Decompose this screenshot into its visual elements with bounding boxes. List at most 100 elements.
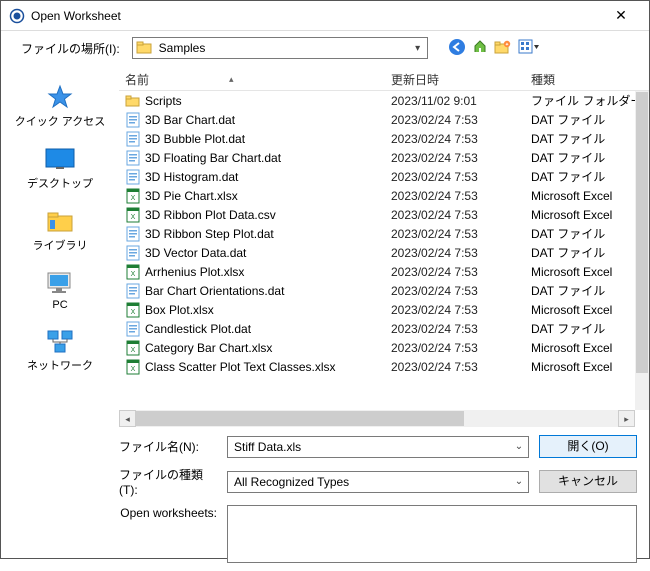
dat-file-icon bbox=[125, 283, 141, 299]
scroll-thumb[interactable] bbox=[136, 411, 464, 426]
file-row[interactable]: X3D Pie Chart.xlsx2023/02/24 7:53Microso… bbox=[119, 186, 649, 205]
file-row[interactable]: XBox Plot.xlsx2023/02/24 7:53Microsoft E… bbox=[119, 300, 649, 319]
svg-text:X: X bbox=[131, 195, 136, 202]
cancel-button[interactable]: キャンセル bbox=[539, 470, 637, 493]
xls-file-icon: X bbox=[125, 188, 141, 204]
xls-file-icon: X bbox=[125, 264, 141, 280]
vertical-scrollbar[interactable] bbox=[635, 91, 649, 410]
sort-indicator-icon: ▴ bbox=[229, 74, 234, 85]
up-one-level-icon[interactable] bbox=[472, 39, 488, 58]
places-bar: クイック アクセス デスクトップ ライブラリ PC ネットワーク bbox=[1, 69, 119, 427]
filetype-label: ファイルの種類(T): bbox=[119, 466, 217, 497]
dat-file-icon bbox=[125, 112, 141, 128]
filetype-combo[interactable]: All Recognized Types ⌄ bbox=[227, 471, 529, 493]
file-date: 2023/02/24 7:53 bbox=[391, 189, 531, 203]
chevron-down-icon: ▾ bbox=[409, 43, 427, 54]
libraries-icon bbox=[43, 207, 77, 235]
place-label: ネットワーク bbox=[27, 357, 93, 373]
file-row[interactable]: 3D Ribbon Step Plot.dat2023/02/24 7:53DA… bbox=[119, 224, 649, 243]
file-row[interactable]: XArrhenius Plot.xlsx2023/02/24 7:53Micro… bbox=[119, 262, 649, 281]
scroll-left-icon[interactable]: ◂ bbox=[119, 410, 136, 427]
csv-file-icon: X bbox=[125, 207, 141, 223]
view-menu-icon[interactable] bbox=[518, 39, 540, 58]
file-date: 2023/11/02 9:01 bbox=[391, 94, 531, 108]
dat-file-icon bbox=[125, 245, 141, 261]
scroll-right-icon[interactable]: ▸ bbox=[618, 410, 635, 427]
file-name: 3D Histogram.dat bbox=[145, 170, 391, 184]
place-quick-access[interactable]: クイック アクセス bbox=[1, 79, 119, 135]
folder-icon bbox=[136, 40, 152, 57]
window-title: Open Worksheet bbox=[31, 9, 601, 23]
file-name: Scripts bbox=[145, 94, 391, 108]
pc-icon bbox=[43, 269, 77, 297]
place-label: デスクトップ bbox=[27, 175, 93, 191]
scroll-track[interactable] bbox=[136, 410, 618, 427]
file-date: 2023/02/24 7:53 bbox=[391, 246, 531, 260]
file-name: Arrhenius Plot.xlsx bbox=[145, 265, 391, 279]
file-type: DAT ファイル bbox=[531, 111, 649, 128]
file-type: Microsoft Excel bbox=[531, 208, 649, 222]
open-worksheets-list[interactable] bbox=[227, 505, 637, 563]
file-date: 2023/02/24 7:53 bbox=[391, 227, 531, 241]
filename-label: ファイル名(N): bbox=[119, 438, 217, 455]
file-row[interactable]: Scripts2023/11/02 9:01ファイル フォルダー bbox=[119, 91, 649, 110]
open-worksheets-label: Open worksheets: bbox=[119, 505, 217, 563]
file-row[interactable]: 3D Bubble Plot.dat2023/02/24 7:53DAT ファイ… bbox=[119, 129, 649, 148]
file-row[interactable]: Candlestick Plot.dat2023/02/24 7:53DAT フ… bbox=[119, 319, 649, 338]
file-row[interactable]: Bar Chart Orientations.dat2023/02/24 7:5… bbox=[119, 281, 649, 300]
place-libraries[interactable]: ライブラリ bbox=[1, 203, 119, 259]
open-button[interactable]: 開く(O) bbox=[539, 435, 637, 458]
dat-file-icon bbox=[125, 226, 141, 242]
svg-text:X: X bbox=[131, 271, 136, 278]
filename-input[interactable]: Stiff Data.xls ⌄ bbox=[227, 436, 529, 458]
new-folder-icon[interactable]: ✦ bbox=[494, 39, 512, 58]
file-row[interactable]: 3D Histogram.dat2023/02/24 7:53DAT ファイル bbox=[119, 167, 649, 186]
dat-file-icon bbox=[125, 150, 141, 166]
dat-file-icon bbox=[125, 131, 141, 147]
file-row[interactable]: XCategory Bar Chart.xlsx2023/02/24 7:53M… bbox=[119, 338, 649, 357]
file-row[interactable]: 3D Floating Bar Chart.dat2023/02/24 7:53… bbox=[119, 148, 649, 167]
column-header-name[interactable]: 名前▴ bbox=[125, 71, 391, 88]
folder-file-icon bbox=[125, 93, 141, 109]
location-text: Samples bbox=[155, 41, 409, 55]
place-network[interactable]: ネットワーク bbox=[1, 323, 119, 379]
file-date: 2023/02/24 7:53 bbox=[391, 341, 531, 355]
file-row[interactable]: XClass Scatter Plot Text Classes.xlsx202… bbox=[119, 357, 649, 376]
quick-access-icon bbox=[43, 83, 77, 111]
column-header-date[interactable]: 更新日時 bbox=[391, 71, 531, 88]
file-type: Microsoft Excel bbox=[531, 189, 649, 203]
file-row[interactable]: 3D Vector Data.dat2023/02/24 7:53DAT ファイ… bbox=[119, 243, 649, 262]
xls-file-icon: X bbox=[125, 302, 141, 318]
network-icon bbox=[43, 327, 77, 355]
scroll-thumb[interactable] bbox=[636, 92, 648, 373]
file-type: DAT ファイル bbox=[531, 130, 649, 147]
svg-text:X: X bbox=[131, 214, 136, 221]
place-pc[interactable]: PC bbox=[1, 265, 119, 317]
dat-file-icon bbox=[125, 169, 141, 185]
dat-file-icon bbox=[125, 321, 141, 337]
place-desktop[interactable]: デスクトップ bbox=[1, 141, 119, 197]
file-type: DAT ファイル bbox=[531, 282, 649, 299]
file-name: Bar Chart Orientations.dat bbox=[145, 284, 391, 298]
file-name: 3D Bubble Plot.dat bbox=[145, 132, 391, 146]
file-row[interactable]: 3D Bar Chart.dat2023/02/24 7:53DAT ファイル bbox=[119, 110, 649, 129]
place-label: クイック アクセス bbox=[15, 113, 106, 129]
location-combo[interactable]: Samples ▾ bbox=[132, 37, 428, 59]
file-type: Microsoft Excel bbox=[531, 303, 649, 317]
column-header-type[interactable]: 種類 bbox=[531, 71, 649, 88]
xls-file-icon: X bbox=[125, 359, 141, 375]
back-icon[interactable] bbox=[448, 38, 466, 59]
file-date: 2023/02/24 7:53 bbox=[391, 303, 531, 317]
desktop-icon bbox=[43, 145, 77, 173]
filetype-value: All Recognized Types bbox=[228, 473, 510, 491]
file-date: 2023/02/24 7:53 bbox=[391, 208, 531, 222]
horizontal-scrollbar[interactable]: ◂ ▸ bbox=[119, 410, 635, 427]
file-date: 2023/02/24 7:53 bbox=[391, 132, 531, 146]
file-date: 2023/02/24 7:53 bbox=[391, 151, 531, 165]
chevron-down-icon: ⌄ bbox=[510, 441, 528, 452]
file-row[interactable]: X3D Ribbon Plot Data.csv2023/02/24 7:53M… bbox=[119, 205, 649, 224]
location-label: ファイルの場所(I): bbox=[21, 40, 120, 57]
filename-value: Stiff Data.xls bbox=[228, 438, 510, 456]
close-button[interactable]: ✕ bbox=[601, 7, 641, 24]
file-type: Microsoft Excel bbox=[531, 360, 649, 374]
